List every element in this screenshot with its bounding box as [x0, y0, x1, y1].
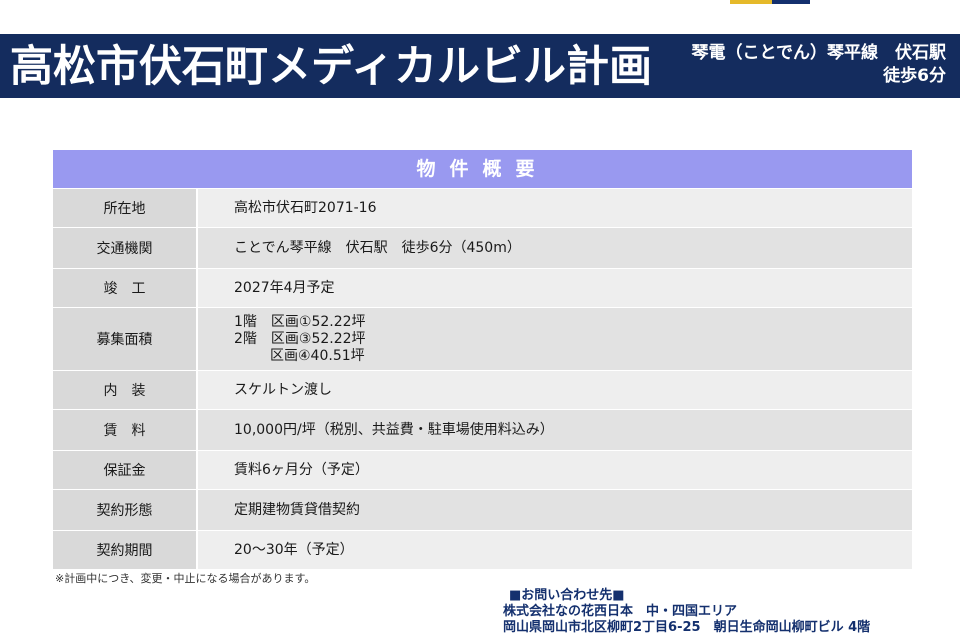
row-label: 賃 料: [53, 410, 198, 450]
table-row: 保証金 賃料6ヶ月分（予定）: [53, 451, 912, 490]
row-value: 定期建物賃貸借契約: [198, 490, 912, 530]
row-value: 10,000円/坪（税別、共益費・駐車場使用料込み）: [198, 410, 912, 450]
row-label: 交通機関: [53, 228, 198, 268]
area-lines: 1階 区画①52.22坪 2階 区画③52.22坪 区画④40.51坪: [234, 314, 366, 365]
area-line: 1階 区画①52.22坪: [234, 313, 366, 330]
row-label: 竣 工: [53, 269, 198, 307]
row-value: 高松市伏石町2071-16: [198, 189, 912, 227]
contact-heading: ■お問い合わせ先■: [509, 588, 625, 603]
station-walk: 徒歩6分: [883, 66, 946, 86]
row-value: 賃料6ヶ月分（予定）: [198, 451, 912, 489]
row-value: 20〜30年（予定）: [198, 531, 912, 569]
area-line: 区画④40.51坪: [270, 347, 365, 364]
row-label: 所在地: [53, 189, 198, 227]
row-label: 保証金: [53, 451, 198, 489]
table-row: 所在地 高松市伏石町2071-16: [53, 189, 912, 228]
logo-tab-navy: [772, 0, 810, 4]
row-label: 募集面積: [53, 308, 198, 370]
table-row: 契約形態 定期建物賃貸借契約: [53, 490, 912, 531]
row-label: 内 装: [53, 371, 198, 409]
table-row: 募集面積 1階 区画①52.22坪 2階 区画③52.22坪 区画④40.51坪: [53, 308, 912, 371]
table-row: 賃 料 10,000円/坪（税別、共益費・駐車場使用料込み）: [53, 410, 912, 451]
contact-address: 岡山県岡山市北区柳町2丁目6-25 朝日生命岡山柳町ビル 4階: [503, 620, 871, 635]
table-header: 物件概要: [53, 150, 912, 189]
table-row: 契約期間 20〜30年（予定）: [53, 531, 912, 570]
table-row: 交通機関 ことでん琴平線 伏石駅 徒歩6分（450m）: [53, 228, 912, 269]
row-value: 1階 区画①52.22坪 2階 区画③52.22坪 区画④40.51坪: [198, 308, 912, 370]
row-label: 契約形態: [53, 490, 198, 530]
station-line: 琴電（ことでん）琴平線 伏石駅: [691, 43, 947, 63]
table-row: 竣 工 2027年4月予定: [53, 269, 912, 308]
area-line: 2階 区画③52.22坪: [234, 330, 366, 347]
contact-block: ■お問い合わせ先■ 株式会社なの花西日本 中・四国エリア 岡山県岡山市北区柳町2…: [503, 588, 870, 636]
disclaimer-note: ※計画中につき、変更・中止になる場合があります。: [55, 572, 316, 585]
table-row: 内 装 スケルトン渡し: [53, 371, 912, 410]
row-label: 契約期間: [53, 531, 198, 569]
row-value: ことでん琴平線 伏石駅 徒歩6分（450m）: [198, 228, 912, 268]
row-value: スケルトン渡し: [198, 371, 912, 409]
page-title: 高松市伏石町メディカルビル計画: [10, 42, 652, 92]
property-summary-table: 物件概要 所在地 高松市伏石町2071-16 交通機関 ことでん琴平線 伏石駅 …: [53, 150, 912, 570]
title-banner: 高松市伏石町メディカルビル計画 琴電（ことでん）琴平線 伏石駅 徒歩6分: [0, 34, 960, 98]
station-access: 琴電（ことでん）琴平線 伏石駅 徒歩6分: [692, 42, 947, 88]
logo-tab-gold: [730, 0, 772, 4]
row-value: 2027年4月予定: [198, 269, 912, 307]
contact-company: 株式会社なの花西日本 中・四国エリア: [503, 604, 738, 619]
